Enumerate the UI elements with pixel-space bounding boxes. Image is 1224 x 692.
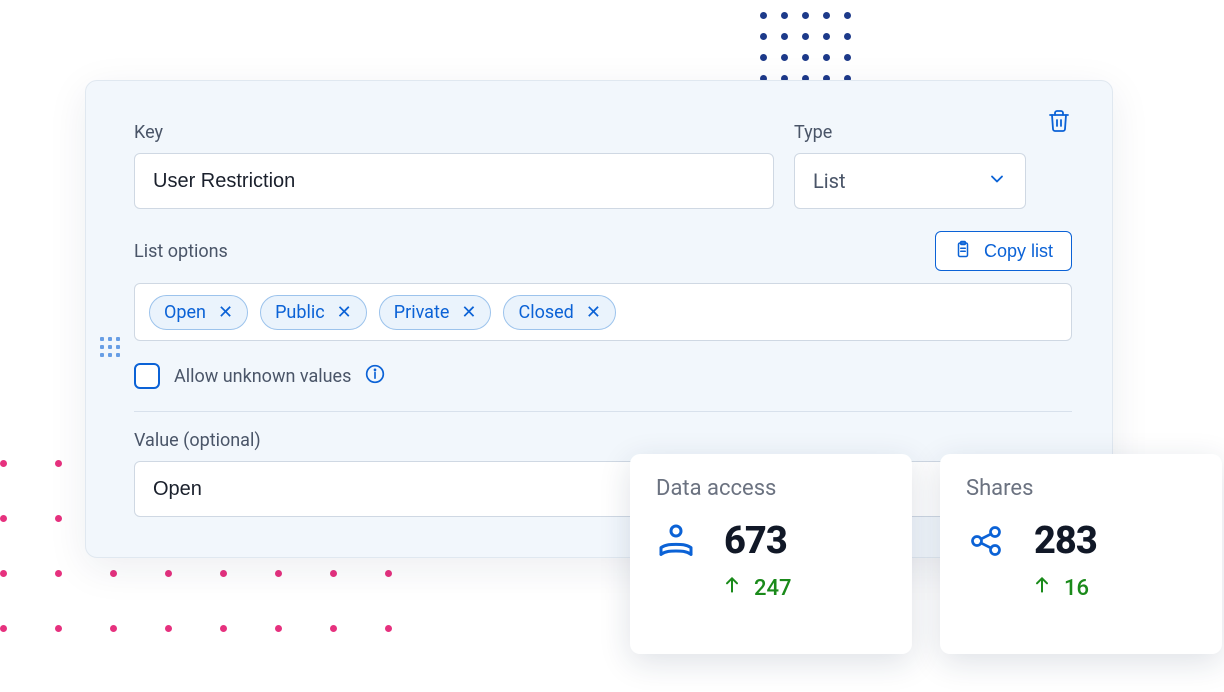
share-icon [966,521,1006,561]
stat-value: 283 [1034,519,1097,563]
chip-label: Public [275,302,325,323]
value-label: Value (optional) [134,430,1072,451]
stat-delta-value: 247 [754,576,792,601]
close-icon[interactable]: ✕ [218,302,233,323]
list-options-input[interactable]: Open ✕ Public ✕ Private ✕ Closed ✕ [134,283,1072,341]
arrow-up-icon [1032,575,1052,601]
copy-list-button[interactable]: Copy list [935,231,1072,271]
arrow-up-icon [722,575,742,601]
decorative-dots-navy [760,12,851,82]
stat-title: Data access [656,476,886,501]
chip-label: Open [164,302,206,323]
trash-icon[interactable] [1047,109,1071,137]
chip-open: Open ✕ [149,295,248,330]
allow-unknown-label: Allow unknown values [174,366,351,387]
chevron-down-icon [987,169,1007,194]
type-label: Type [794,122,1026,143]
stat-title: Shares [966,476,1196,501]
divider [134,411,1072,412]
stat-card-shares: Shares 283 16 [940,454,1222,654]
clipboard-icon [954,239,972,264]
chip-public: Public ✕ [260,295,367,330]
list-options-label: List options [134,241,228,262]
info-icon[interactable] [365,364,385,388]
key-label: Key [134,122,774,143]
chip-private: Private ✕ [379,295,492,330]
book-user-icon [656,521,696,561]
type-dropdown[interactable]: List [794,153,1026,209]
stat-delta-value: 16 [1064,576,1089,601]
chip-label: Closed [518,302,573,323]
close-icon[interactable]: ✕ [586,302,601,323]
stat-card-data-access: Data access 673 247 [630,454,912,654]
close-icon[interactable]: ✕ [337,302,352,323]
chip-closed: Closed ✕ [503,295,615,330]
drag-handle-icon[interactable] [100,337,120,357]
close-icon[interactable]: ✕ [461,302,476,323]
key-input[interactable] [134,153,774,209]
allow-unknown-checkbox[interactable] [134,363,160,389]
chip-label: Private [394,302,450,323]
type-dropdown-value: List [813,169,846,193]
copy-list-label: Copy list [984,241,1053,262]
value-input[interactable] [134,461,1072,517]
stat-value: 673 [724,519,787,563]
